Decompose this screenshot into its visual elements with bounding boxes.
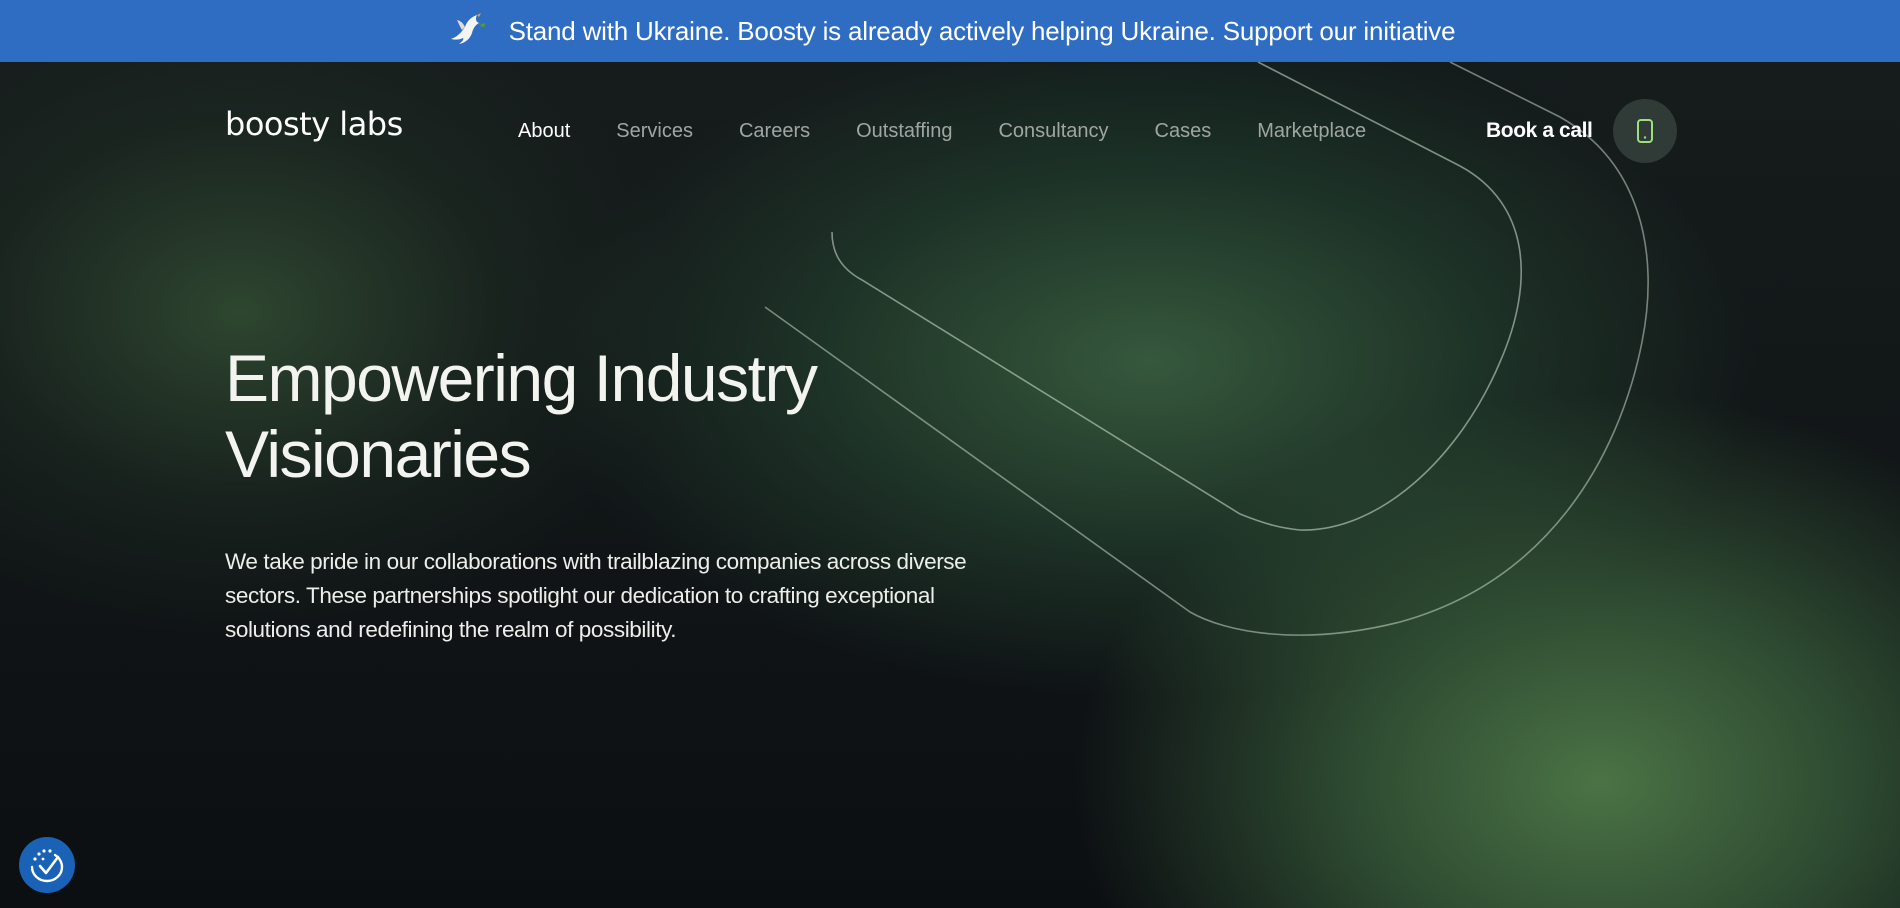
nav-links: About Services Careers Outstaffing Consu… <box>518 120 1412 143</box>
accessibility-button[interactable] <box>19 837 75 893</box>
hero-headline: Empowering Industry Visionaries <box>225 340 1125 492</box>
nav-item-careers[interactable]: Careers <box>739 120 810 143</box>
nav-item-outstaffing[interactable]: Outstaffing <box>856 120 952 143</box>
nav-item-consultancy[interactable]: Consultancy <box>998 120 1108 143</box>
accessibility-icon <box>30 849 64 883</box>
book-a-call-button[interactable]: Book a call <box>1486 119 1593 143</box>
hero-description: We take pride in our collaborations with… <box>225 549 967 642</box>
main-nav: boosty labs About Services Careers Outst… <box>0 62 1900 202</box>
nav-item-services[interactable]: Services <box>616 120 693 143</box>
hero-headline-line-2: Visionaries <box>225 417 532 491</box>
nav-item-cases[interactable]: Cases <box>1155 120 1212 143</box>
hero-headline-line-1: Empowering Industry <box>225 341 818 415</box>
banner-text[interactable]: Stand with Ukraine. Boosty is already ac… <box>509 16 1456 47</box>
page: Stand with Ukraine. Boosty is already ac… <box>0 0 1900 908</box>
dove-icon <box>450 13 485 44</box>
phone-button[interactable] <box>1613 99 1677 163</box>
logo[interactable]: boosty labs <box>225 108 403 140</box>
phone-icon <box>1637 119 1653 143</box>
nav-item-about[interactable]: About <box>518 120 570 143</box>
nav-item-marketplace[interactable]: Marketplace <box>1257 120 1366 143</box>
ukraine-banner[interactable]: Stand with Ukraine. Boosty is already ac… <box>0 0 1900 62</box>
